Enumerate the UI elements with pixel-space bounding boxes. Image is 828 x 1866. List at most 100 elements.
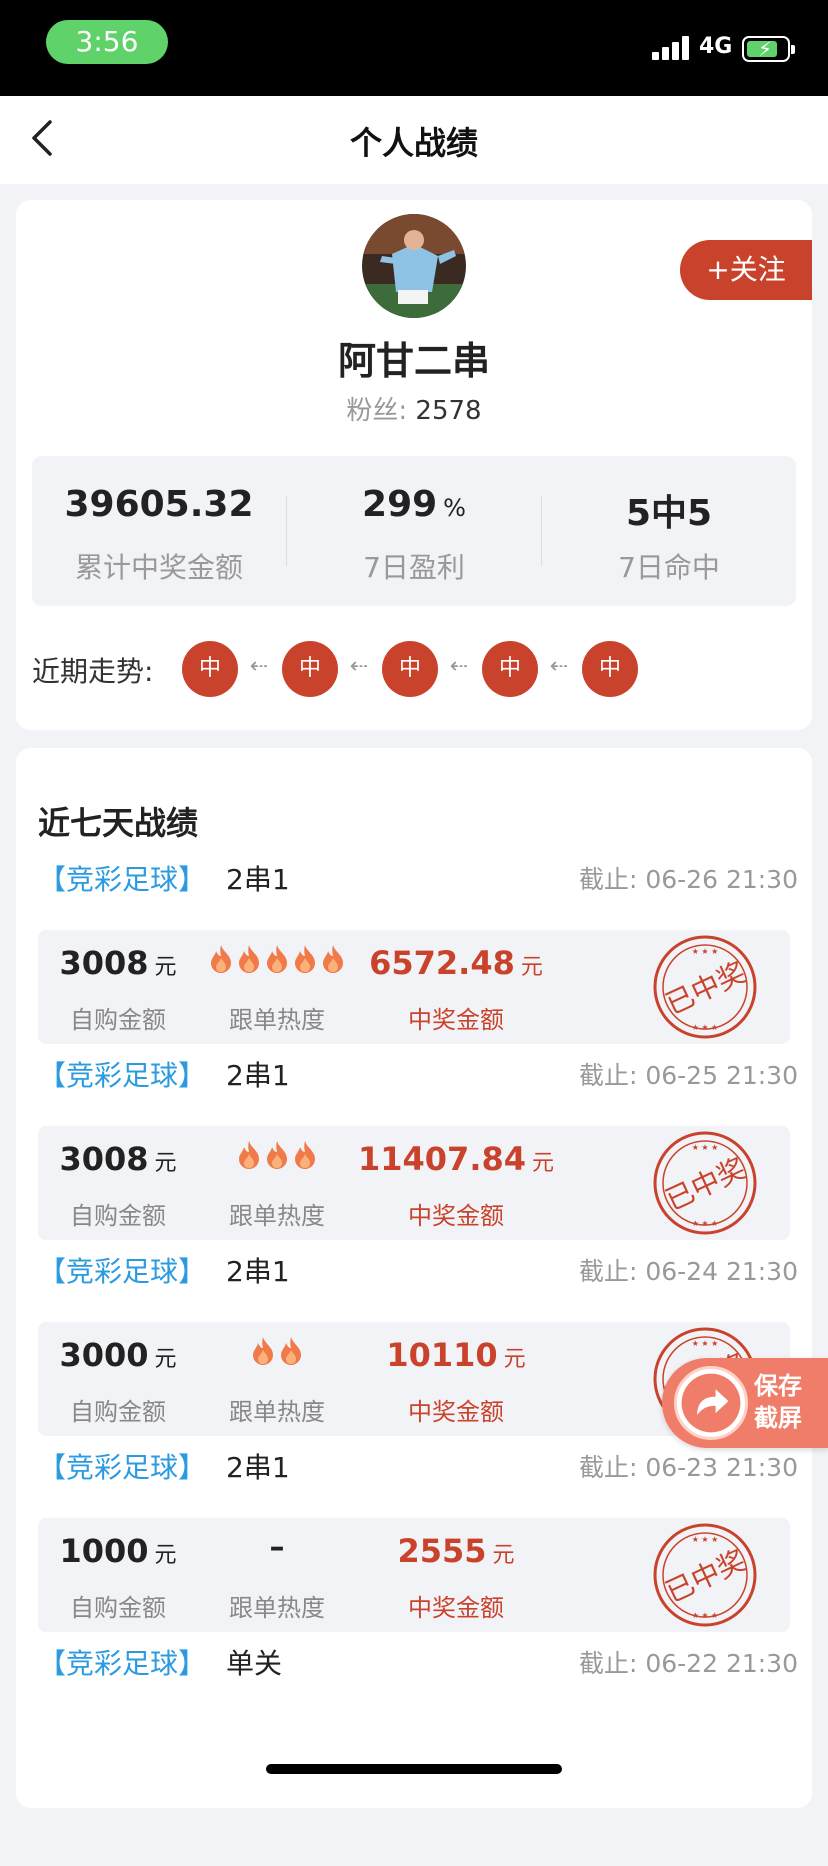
stat-value: 5中5 (625, 493, 713, 534)
record-header: 【竞彩足球】 2串1 截止: 06-25 21:30 (38, 1054, 798, 1094)
record-item[interactable]: 【竞彩足球】 2串1 截止: 06-25 21:30 3008 元自购金额 跟单热度 114… (16, 1054, 812, 1278)
record-header: 【竞彩足球】 单关 截止: 06-22 21:30 (38, 1642, 798, 1682)
win-amount-cell: 6572.48 元中奖金额 (356, 930, 556, 1044)
stat-label: 7日命中 (618, 551, 720, 584)
trend-hit-badge: 中 (182, 641, 238, 697)
flame-icon (267, 1141, 287, 1169)
record-category: 【竞彩足球】 (38, 1647, 207, 1680)
buy-amount-value: 3008 (59, 1140, 149, 1178)
heat-flames (198, 1336, 356, 1370)
flame-icon (295, 945, 315, 973)
heat-flames (198, 944, 356, 978)
buy-amount-value: 1000 (59, 1532, 149, 1570)
svg-text:★ ★ ★: ★ ★ ★ (692, 1339, 719, 1348)
unit-label: 元 (154, 1543, 177, 1568)
unit-label: 元 (503, 1347, 526, 1372)
stat-7day-hits: 5中5 7日命中 (542, 456, 796, 606)
win-amount-label: 中奖金额 (408, 1006, 504, 1034)
heat-none: – (269, 1530, 285, 1565)
win-amount-value: 10110 (386, 1336, 498, 1374)
svg-text:★ ★ ★: ★ ★ ★ (692, 947, 719, 956)
page-title: 个人战绩 (349, 124, 478, 162)
buy-amount-cell: 3008 元自购金额 (38, 930, 198, 1044)
flame-icon (211, 945, 231, 973)
left-arrow-icon: ⇠ (549, 654, 569, 679)
stamp-text: 已中奖 (661, 1544, 751, 1609)
trend-hit-badge: 中 (482, 641, 538, 697)
stat-value: 39605.32 (64, 484, 254, 525)
win-amount-cell: 2555 元中奖金额 (356, 1518, 556, 1632)
record-header: 【竞彩足球】 2串1 截止: 06-26 21:30 (38, 858, 798, 898)
record-header: 【竞彩足球】 2串1 截止: 06-23 21:30 (38, 1446, 798, 1486)
record-header: 【竞彩足球】 2串1 截止: 06-24 21:30 (38, 1250, 798, 1290)
trend-label: 近期走势: (32, 655, 154, 688)
flame-icon (281, 1337, 301, 1365)
unit-label: 元 (532, 1151, 555, 1176)
record-category: 【竞彩足球】 (38, 1451, 207, 1484)
stat-7day-profit: 299% 7日盈利 (287, 456, 541, 606)
svg-text:★ ★ ★: ★ ★ ★ (692, 1611, 719, 1620)
svg-text:★ ★ ★: ★ ★ ★ (692, 1535, 719, 1544)
record-item[interactable]: 【竞彩足球】 单关 截止: 06-22 21:30 (16, 1642, 812, 1866)
left-arrow-icon: ⇠ (249, 654, 269, 679)
buy-amount-label: 自购金额 (70, 1006, 166, 1034)
win-amount-value: 2555 (397, 1532, 487, 1570)
buy-amount-label: 自购金额 (70, 1398, 166, 1426)
flame-icon (253, 1337, 273, 1365)
heat-label: 跟单热度 (229, 1006, 325, 1034)
record-item[interactable]: 【竞彩足球】 2串1 截止: 06-23 21:30 1000 元自购金额 – 跟单热度 25… (16, 1446, 812, 1670)
record-item[interactable]: 【竞彩足球】 2串1 截止: 06-26 21:30 3008 元自购金额 跟单热度 657… (16, 858, 812, 1082)
won-stamp: 已中奖★ ★ ★★ ★ ★ (653, 1131, 757, 1235)
buy-amount-cell: 3000 元自购金额 (38, 1322, 198, 1436)
unit-label: 元 (520, 955, 543, 980)
heat-cell: 跟单热度 (198, 930, 356, 1044)
heat-cell: 跟单热度 (198, 1322, 356, 1436)
flame-icon (323, 945, 343, 973)
record-play-type: 2串1 (226, 1451, 290, 1484)
record-play-type: 2串1 (226, 863, 290, 896)
record-deadline: 截止: 06-26 21:30 (578, 865, 798, 894)
stat-unit: % (443, 494, 466, 522)
fans-value: 2578 (415, 396, 482, 426)
buy-amount-label: 自购金额 (70, 1202, 166, 1230)
flame-icon (239, 1141, 259, 1169)
buy-amount-label: 自购金额 (70, 1594, 166, 1622)
avatar[interactable] (362, 214, 466, 318)
signal-icon (652, 36, 690, 60)
save-screenshot-button[interactable]: 保存 截屏 (662, 1358, 828, 1448)
save-label-line1: 保存 (754, 1372, 802, 1400)
stamp-text: 已中奖 (661, 956, 751, 1021)
heat-cell: – 跟单热度 (198, 1518, 356, 1632)
trend-hit-badge: 中 (382, 641, 438, 697)
fans-count: 粉丝: 2578 (16, 390, 812, 427)
won-stamp: 已中奖★ ★ ★★ ★ ★ (653, 1523, 757, 1627)
battery-icon: ⚡ (742, 36, 795, 62)
stat-label: 7日盈利 (363, 551, 465, 584)
user-nickname: 阿甘二串 (337, 339, 490, 383)
unit-label: 元 (154, 955, 177, 980)
win-amount-value: 11407.84 (357, 1140, 526, 1178)
win-amount-value: 6572.48 (369, 944, 515, 982)
status-time: 3:56 (46, 20, 168, 64)
stats-panel: 39605.32 累计中奖金额 299% 7日盈利 5中5 7日命中 (32, 456, 796, 606)
record-play-type: 单关 (226, 1647, 283, 1680)
win-amount-cell: 11407.84 元中奖金额 (356, 1126, 556, 1240)
svg-text:★ ★ ★: ★ ★ ★ (692, 1143, 719, 1152)
trend-hit-badge: 中 (282, 641, 338, 697)
fans-label: 粉丝: (346, 396, 408, 426)
record-deadline: 截止: 06-22 21:30 (578, 1649, 798, 1678)
win-amount-label: 中奖金额 (408, 1594, 504, 1622)
buy-amount-value: 3000 (59, 1336, 149, 1374)
home-indicator[interactable] (266, 1764, 562, 1774)
won-stamp: 已中奖★ ★ ★★ ★ ★ (653, 935, 757, 1039)
status-bar: 3:56 4G ⚡ (0, 0, 828, 96)
record-play-type: 2串1 (226, 1059, 290, 1092)
heat-flames (198, 1140, 356, 1174)
stat-total-winnings: 39605.32 累计中奖金额 (32, 456, 286, 606)
record-play-type: 2串1 (226, 1255, 290, 1288)
follow-button[interactable]: +关注 (680, 240, 812, 300)
flame-icon (239, 945, 259, 973)
profile-card: +关注 阿甘二串 粉丝: 2578 39605.32 累计中奖金额 299% 7… (16, 200, 812, 730)
buy-amount-value: 3008 (59, 944, 149, 982)
heat-label: 跟单热度 (229, 1202, 325, 1230)
